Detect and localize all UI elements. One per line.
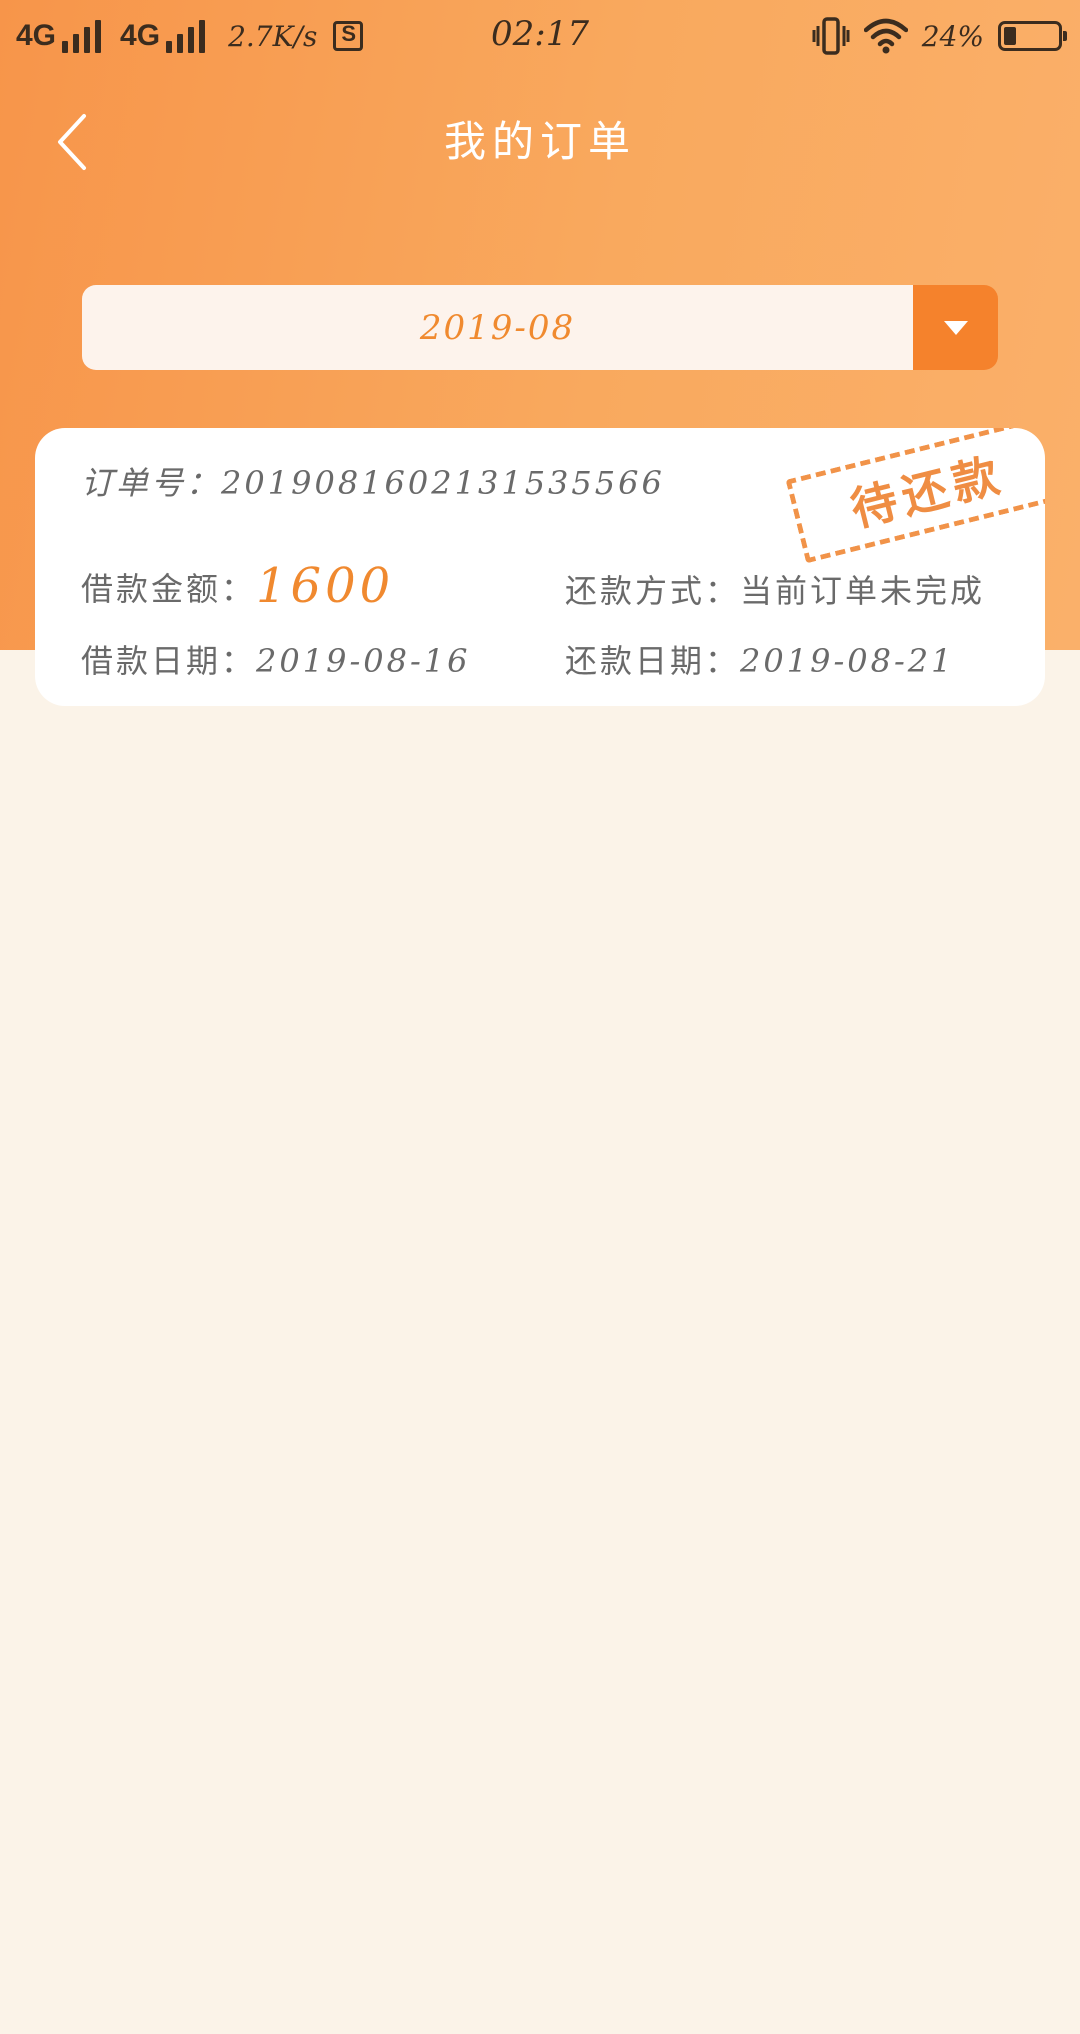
- repay-method-value: 当前订单未完成: [740, 572, 986, 610]
- status-bar: 4G 4G 2.7K/s 02:17 24%: [0, 0, 1080, 72]
- repay-date: 还款日期：2019-08-21: [565, 636, 955, 682]
- month-value[interactable]: 2019-08: [82, 285, 913, 370]
- month-dropdown-button[interactable]: [913, 285, 998, 370]
- battery-fill: [1004, 27, 1016, 45]
- repay-method: 还款方式：当前订单未完成: [565, 566, 985, 612]
- loan-amount-value: 1600: [256, 558, 395, 614]
- loan-amount: 借款金额：1600: [81, 556, 395, 614]
- repay-method-label: 还款方式：: [565, 572, 741, 610]
- battery-icon: [998, 21, 1067, 51]
- loan-amount-label: 借款金额：: [81, 570, 257, 608]
- caret-down-icon: [943, 320, 968, 335]
- status-bar-right: 24%: [812, 16, 1067, 56]
- repay-date-label: 还款日期：: [565, 642, 741, 680]
- order-number: 订单号：2019081602131535566: [81, 458, 665, 504]
- loan-date: 借款日期：2019-08-16: [81, 636, 471, 682]
- loan-date-value: 2019-08-16: [256, 642, 471, 680]
- repay-date-value: 2019-08-21: [740, 642, 955, 680]
- order-number-value: 2019081602131535566: [221, 464, 665, 502]
- order-card[interactable]: 订单号：2019081602131535566 待还款 借款金额：1600 还款…: [35, 428, 1045, 706]
- nav-bar: 我的订单: [0, 90, 1080, 190]
- page-title: 我的订单: [443, 117, 636, 166]
- loan-date-label: 借款日期：: [81, 642, 257, 680]
- month-selector[interactable]: 2019-08: [82, 285, 998, 370]
- battery-percentage: 24%: [921, 19, 984, 53]
- status-stamp: 待还款: [785, 428, 1045, 564]
- order-number-label: 订单号：: [81, 464, 222, 502]
- vibrate-icon: [812, 17, 850, 55]
- wifi-icon: [863, 18, 908, 54]
